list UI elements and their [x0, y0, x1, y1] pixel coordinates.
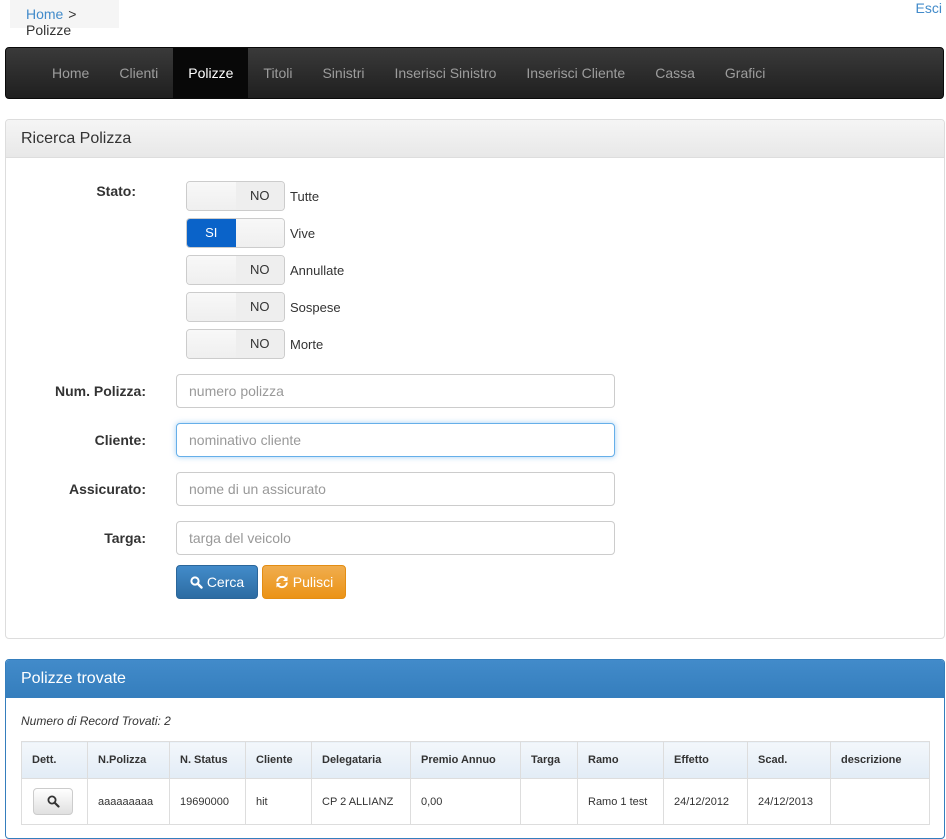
search-panel-title: Ricerca Polizza — [6, 120, 944, 158]
logout-link[interactable]: Esci — [916, 0, 942, 16]
toggle-label: Annullate — [290, 262, 345, 278]
toggle-label: Tutte — [290, 188, 320, 204]
table-row: aaaaaaaaa 19690000 hit CP 2 ALLIANZ 0,00… — [21, 778, 930, 825]
toggle-row-tutte: NO Tutte — [186, 181, 319, 211]
assicurato-input[interactable] — [176, 472, 615, 506]
results-table: Dett. N.Polizza N. Status Cliente Delega… — [21, 741, 930, 825]
toggle-row-vive: SI Vive — [186, 218, 315, 248]
toggle-state: SI — [187, 219, 236, 247]
num-polizza-input[interactable] — [176, 374, 615, 408]
column-header[interactable]: N.Polizza — [87, 741, 170, 779]
breadcrumb: Home > Polizze — [10, 0, 119, 38]
toggle-vive[interactable]: SI — [186, 218, 285, 248]
column-header[interactable]: Ramo — [577, 741, 664, 779]
cliente-input[interactable] — [176, 423, 615, 457]
nav-item-clienti[interactable]: Clienti — [104, 48, 173, 98]
toggle-row-sospese: NO Sospese — [186, 292, 341, 322]
toggle-sospese[interactable]: NO — [186, 292, 285, 322]
column-header[interactable]: Scad. — [747, 741, 831, 779]
table-header-row: Dett. N.Polizza N. Status Cliente Delega… — [21, 741, 930, 779]
nav-item-polizze[interactable]: Polizze — [173, 48, 249, 98]
column-header[interactable]: Premio Annuo — [410, 741, 521, 779]
search-panel: Ricerca Polizza Stato: NO Tutte SI Vive … — [5, 119, 945, 639]
column-header[interactable]: descrizione — [830, 741, 930, 779]
cell-premio-annuo: 0,00 — [410, 778, 521, 825]
main-navbar: Home Clienti Polizze Titoli Sinistri Ins… — [5, 47, 944, 99]
nav-item-cassa[interactable]: Cassa — [640, 48, 710, 98]
cell-n-status: 19690000 — [169, 778, 246, 825]
targa-input[interactable] — [176, 521, 615, 555]
cell-cliente: hit — [245, 778, 312, 825]
toggle-state: NO — [235, 256, 284, 284]
toggle-morte[interactable]: NO — [186, 329, 285, 359]
toggle-annullate[interactable]: NO — [186, 255, 285, 285]
search-button-label: Cerca — [206, 574, 245, 590]
cell-effetto: 24/12/2012 — [663, 778, 748, 825]
column-header[interactable]: Dett. — [21, 741, 88, 779]
targa-label: Targa: — [104, 530, 146, 546]
nav-item-sinistri[interactable]: Sinistri — [307, 48, 379, 98]
column-header[interactable]: Effetto — [663, 741, 748, 779]
toggle-row-morte: NO Morte — [186, 329, 323, 359]
cell-ramo: Ramo 1 test — [577, 778, 664, 825]
toggle-label: Vive — [290, 225, 316, 241]
column-header[interactable]: Targa — [520, 741, 578, 779]
toggle-state: NO — [235, 293, 284, 321]
toggle-row-annullate: NO Annullate — [186, 255, 344, 285]
toggle-label: Morte — [290, 336, 324, 352]
breadcrumb-current: Polizze — [26, 22, 72, 38]
results-panel: Polizze trovate Numero di Record Trovati… — [5, 659, 945, 839]
column-header[interactable]: N. Status — [169, 741, 246, 779]
cell-targa — [520, 778, 578, 825]
num-polizza-label: Num. Polizza: — [54, 383, 146, 399]
magnifier-icon — [47, 795, 60, 808]
refresh-icon — [275, 575, 288, 589]
cliente-label: Cliente: — [94, 432, 146, 448]
toggle-state: NO — [235, 330, 284, 358]
clear-button[interactable]: Pulisci — [262, 565, 346, 599]
cell-delegataria: CP 2 ALLIANZ — [311, 778, 411, 825]
nav-item-home[interactable]: Home — [37, 48, 104, 98]
cell-scadenza: 24/12/2013 — [747, 778, 831, 825]
cell-n-polizza: aaaaaaaaa — [87, 778, 170, 825]
record-count: Numero di Record Trovati: 2 — [21, 714, 171, 728]
view-detail-button[interactable] — [33, 788, 73, 815]
stato-label: Stato: — [96, 183, 136, 199]
clear-button-label: Pulisci — [292, 574, 334, 590]
nav-item-grafici[interactable]: Grafici — [710, 48, 780, 98]
column-header[interactable]: Delegataria — [311, 741, 411, 779]
nav-item-inserisci-cliente[interactable]: Inserisci Cliente — [511, 48, 640, 98]
toggle-state: NO — [235, 182, 284, 210]
breadcrumb-separator: > — [68, 6, 77, 22]
assicurato-label: Assicurato: — [68, 481, 146, 497]
search-icon — [190, 575, 203, 589]
nav-item-inserisci-sinistro[interactable]: Inserisci Sinistro — [379, 48, 511, 98]
cell-detail — [21, 778, 88, 825]
cell-descrizione — [830, 778, 930, 825]
toggle-label: Sospese — [290, 299, 341, 315]
breadcrumb-home-link[interactable]: Home — [26, 6, 63, 22]
toggle-tutte[interactable]: NO — [186, 181, 285, 211]
nav-item-titoli[interactable]: Titoli — [248, 48, 307, 98]
column-header[interactable]: Cliente — [245, 741, 312, 779]
search-button[interactable]: Cerca — [176, 565, 258, 599]
results-panel-title: Polizze trovate — [6, 660, 944, 698]
